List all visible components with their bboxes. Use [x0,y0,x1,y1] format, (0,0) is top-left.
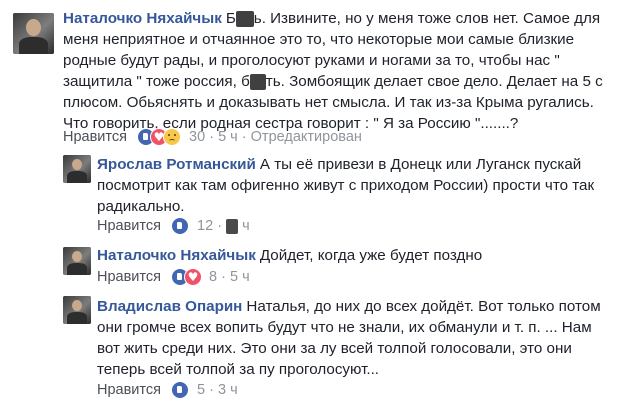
sad-reaction-icon [163,128,182,147]
comment-actions: Нравится 12 · ч [97,216,250,236]
comment-time[interactable]: 5 ч [218,129,238,145]
avatar[interactable] [63,296,91,324]
reply-1: Ярослав Ротманский А ты её привези в Доне… [0,150,620,240]
like-button[interactable]: Нравится [63,129,127,145]
like-reaction-icon [171,217,190,236]
comment-actions: Нравится 5 · 3 ч [97,380,238,400]
like-button[interactable]: Нравится [97,269,161,285]
reaction-count[interactable]: 12 [197,218,213,234]
comment-actions: Нравится 8 · 5 ч [97,267,250,287]
reply-3: Владислав Опарин Наталья, до них до всех … [0,292,620,411]
reaction-count[interactable]: 30 [189,129,205,145]
separator: · [209,382,214,398]
censor-block [235,10,254,27]
separator: · [209,129,215,145]
comment-time[interactable]: 3 ч [218,382,238,398]
comment-author[interactable]: Ярослав Ротманский [97,156,256,173]
comment-author[interactable]: Владислав Опарин [97,298,242,315]
avatar[interactable] [63,155,91,183]
comment-body: Наталочко Няхайчык Бь. Извините, но у мен… [63,10,603,132]
censor-block [226,218,239,234]
reactions[interactable] [171,267,205,287]
censor-block [249,73,266,90]
comment-author[interactable]: Наталочко Няхайчык [97,247,256,264]
like-button[interactable]: Нравится [97,218,161,234]
separator: · [241,129,247,145]
separator: · [217,218,223,234]
comment-time[interactable]: ч [242,218,250,234]
comment-body: Владислав Опарин Наталья, до них до всех … [97,298,601,378]
avatar[interactable] [63,247,91,275]
comment-author[interactable]: Наталочко Няхайчык [63,10,222,27]
reactions[interactable] [171,381,193,400]
reply-2: Наталочко Няхайчык Дойдет, когда уже буде… [0,240,620,292]
like-reaction-icon [171,381,190,400]
love-reaction-icon [184,267,203,287]
separator: · [221,269,226,285]
reactions[interactable] [171,217,193,236]
avatar[interactable] [13,13,54,54]
comment-body: Наталочко Няхайчык Дойдет, когда уже буде… [97,247,483,264]
reaction-count[interactable]: 8 [209,269,217,285]
reactions[interactable] [137,127,185,147]
comment-time[interactable]: 5 ч [230,269,250,285]
like-button[interactable]: Нравится [97,382,161,398]
comment-1: Наталочко Няхайчык Бь. Извините, но у мен… [0,0,620,150]
comment-actions: Нравится 30 · 5 ч · Отредактирован [63,127,362,147]
edited-label[interactable]: Отредактирован [251,129,362,145]
reaction-count[interactable]: 5 [197,382,205,398]
comment-body: Ярослав Ротманский А ты её привези в Доне… [97,156,595,215]
